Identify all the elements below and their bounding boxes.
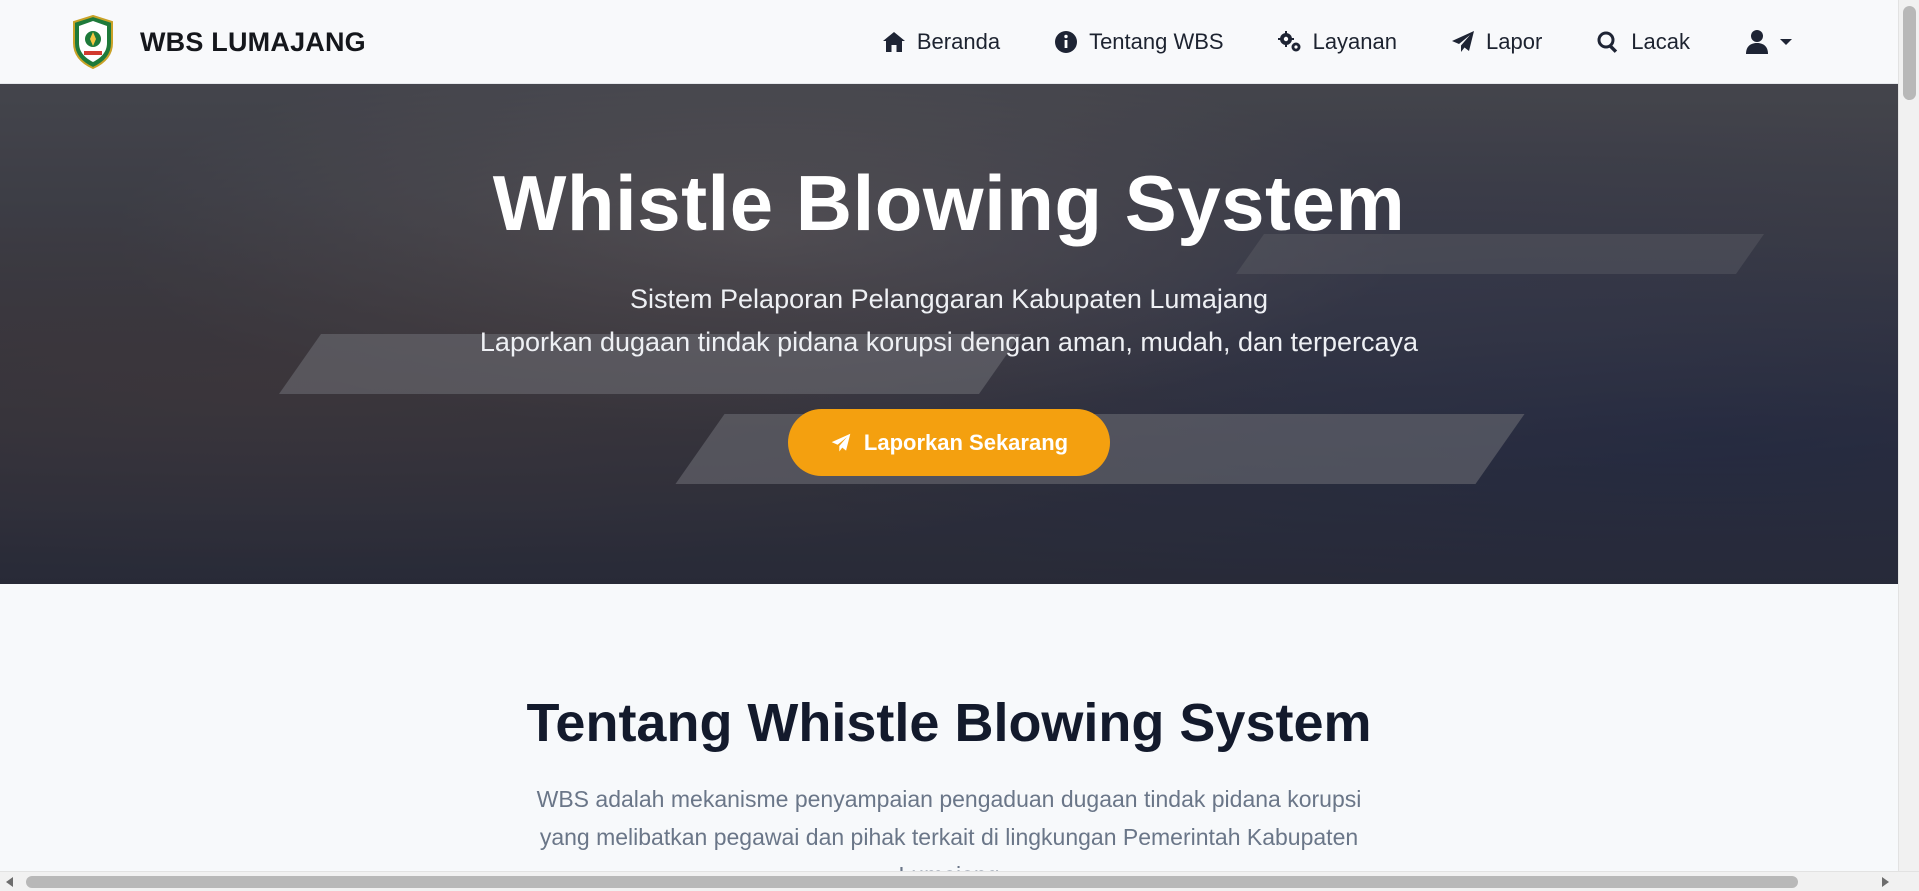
hero-subtitle: Sistem Pelaporan Pelanggaran Kabupaten L… (630, 284, 1268, 314)
lumajang-crest-logo (73, 15, 113, 69)
horizontal-scroll-thumb[interactable] (26, 876, 1798, 888)
paper-plane-icon (831, 433, 851, 451)
about-title: Tentang Whistle Blowing System (526, 693, 1372, 753)
report-now-button[interactable]: Laporkan Sekarang (788, 409, 1110, 476)
nav-item-beranda[interactable]: Beranda (881, 29, 1000, 55)
nav-label: Beranda (916, 29, 1001, 54)
search-icon (1597, 31, 1618, 53)
nav-item-lacak[interactable]: Lacak (1595, 29, 1690, 55)
hero-section: Whistle Blowing System Sistem Pelaporan … (0, 84, 1898, 584)
main-nav: Beranda Tentang WBS Layanan Lapor Lacak (828, 0, 1793, 84)
nav-item-lapor[interactable]: Lapor (1450, 29, 1542, 55)
nav-label: Lapor (1486, 29, 1543, 54)
nav-label: Layanan (1312, 29, 1397, 54)
hero-content: Whistle Blowing System Sistem Pelaporan … (0, 84, 1898, 584)
nav-item-layanan[interactable]: Layanan (1277, 29, 1397, 55)
about-description: WBS adalah mekanisme penyampaian pengadu… (536, 786, 1362, 871)
top-navbar: WBS LUMAJANG Beranda Tentang WBS Layanan… (0, 0, 1898, 84)
home-icon (882, 32, 905, 52)
horizontal-scrollbar[interactable] (0, 871, 1919, 891)
nav-label: Lacak (1631, 29, 1690, 54)
gears-icon (1277, 31, 1301, 52)
nav-item-tentang-wbs[interactable]: Tentang WBS (1053, 29, 1224, 55)
paper-plane-icon (1452, 31, 1474, 52)
user-icon (1746, 30, 1768, 54)
nav-label: Tentang WBS (1089, 29, 1224, 54)
user-menu-toggle[interactable] (1745, 29, 1793, 55)
info-icon (1055, 31, 1078, 53)
brand-name: WBS LUMAJANG (140, 26, 366, 57)
vertical-scroll-thumb[interactable] (1903, 6, 1916, 100)
scroll-right-arrow-icon[interactable] (1882, 877, 1889, 887)
brand[interactable]: WBS LUMAJANG (72, 12, 366, 72)
vertical-scrollbar[interactable] (1898, 0, 1919, 871)
about-section: Tentang Whistle Blowing System WBS adala… (0, 584, 1898, 871)
hero-title: Whistle Blowing System (492, 159, 1406, 247)
caret-down-icon (1780, 39, 1792, 45)
hero-tagline: Laporkan dugaan tindak pidana korupsi de… (479, 327, 1419, 357)
scroll-left-arrow-icon[interactable] (6, 877, 13, 887)
report-now-label: Laporkan Sekarang (863, 429, 1069, 455)
